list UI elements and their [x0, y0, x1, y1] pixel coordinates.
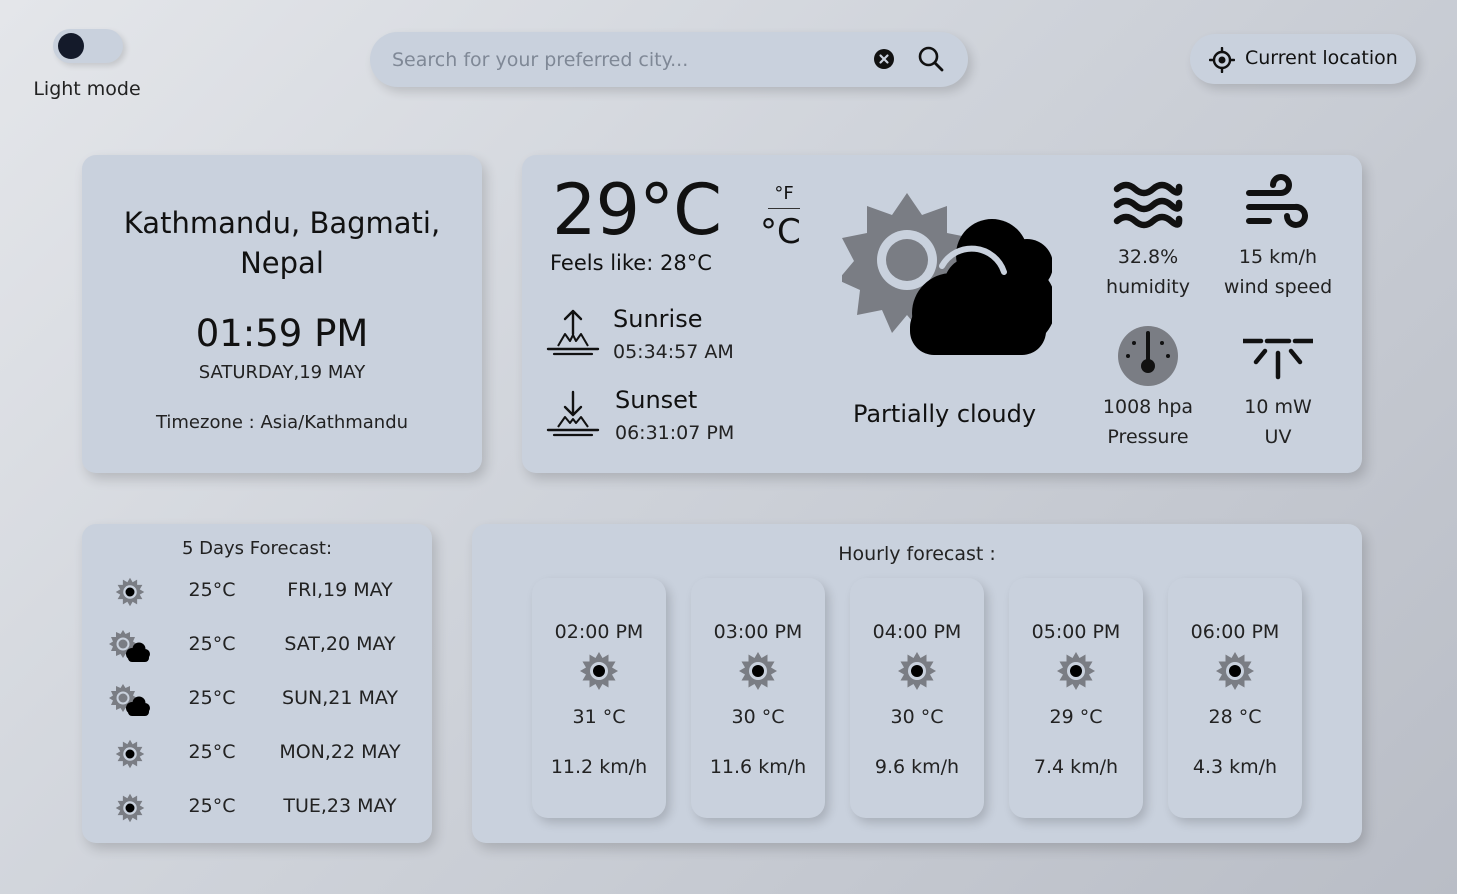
clear-icon[interactable] — [873, 48, 895, 70]
hourly-time: 04:00 PM — [872, 621, 962, 643]
crosshair-icon — [1209, 47, 1235, 73]
unit-celsius-toggle[interactable]: °C — [760, 212, 801, 252]
current-location-button[interactable]: Current location — [1190, 34, 1416, 84]
forecast-day-row: 25°C MON,22 MAY — [82, 733, 432, 773]
forecast-day-row: 25°C SAT,20 MAY — [82, 625, 432, 665]
sun-icon — [115, 739, 145, 769]
sunrise-time: 05:34:57 AM — [613, 341, 734, 363]
search-bar — [370, 32, 968, 87]
forecast-day-temp: 25°C — [188, 795, 236, 817]
city-date: SATURDAY,19 MAY — [198, 362, 366, 383]
toggle-knob — [58, 33, 84, 59]
forecast-day-temp: 25°C — [188, 633, 236, 655]
forecast-day-date: MON,22 MAY — [279, 741, 401, 763]
hourly-forecast-card: Hourly forecast : 02:00 PM 31 °C 11.2 km… — [472, 524, 1362, 843]
forecast-day-date: SAT,20 MAY — [284, 633, 396, 655]
daily-forecast-title: 5 Days Forecast: — [181, 538, 333, 559]
hourly-temp: 30 °C — [890, 706, 944, 728]
forecast-day-row: 25°C TUE,23 MAY — [82, 787, 432, 827]
hourly-time: 05:00 PM — [1031, 621, 1121, 643]
sun-icon — [1057, 652, 1095, 690]
humidity-value: 32.8% — [1117, 246, 1179, 268]
forecast-day-row: 25°C FRI,19 MAY — [82, 571, 432, 611]
hourly-forecast-item: 05:00 PM 29 °C 7.4 km/h — [1009, 578, 1143, 818]
hourly-time: 03:00 PM — [713, 621, 803, 643]
daily-forecast-card: 5 Days Forecast: 25°C FRI,19 MAY 25°C SA… — [82, 524, 432, 843]
hourly-wind: 7.4 km/h — [1033, 756, 1119, 778]
hourly-forecast-item: 02:00 PM 31 °C 11.2 km/h — [532, 578, 666, 818]
sun-icon — [898, 652, 936, 690]
hourly-time: 06:00 PM — [1190, 621, 1280, 643]
humidity-label: humidity — [1106, 276, 1190, 298]
wind-icon — [1246, 174, 1308, 228]
search-input[interactable] — [392, 45, 862, 75]
hourly-wind: 11.6 km/h — [709, 756, 807, 778]
uv-icon — [1243, 338, 1313, 380]
sun-icon — [115, 577, 145, 607]
hourly-time: 02:00 PM — [554, 621, 644, 643]
forecast-day-row: 25°C SUN,21 MAY — [82, 679, 432, 719]
forecast-day-temp: 25°C — [188, 579, 236, 601]
current-temperature: 29°C — [552, 169, 722, 251]
forecast-day-date: SUN,21 MAY — [282, 687, 398, 709]
city-time: 01:59 PM — [195, 312, 369, 355]
sun-icon — [580, 652, 618, 690]
partly-cloudy-icon — [109, 684, 150, 716]
sun-icon — [739, 652, 777, 690]
partly-cloudy-icon — [109, 630, 150, 662]
sunrise-label: Sunrise — [613, 305, 703, 333]
theme-toggle[interactable] — [53, 29, 123, 63]
forecast-day-temp: 25°C — [188, 741, 236, 763]
sunset-icon — [546, 390, 600, 437]
humidity-icon — [1113, 181, 1183, 229]
wind-speed-value: 15 km/h — [1238, 246, 1318, 268]
hourly-wind: 11.2 km/h — [550, 756, 648, 778]
city-card: Kathmandu, Bagmati, Nepal 01:59 PM SATUR… — [82, 155, 482, 473]
uv-value: 10 mW — [1244, 396, 1312, 418]
wind-speed-label: wind speed — [1223, 276, 1333, 298]
hourly-forecast-item: 04:00 PM 30 °C 9.6 km/h — [850, 578, 984, 818]
hourly-temp: 29 °C — [1049, 706, 1103, 728]
sunset-time: 06:31:07 PM — [615, 422, 735, 444]
hourly-forecast-item: 03:00 PM 30 °C 11.6 km/h — [691, 578, 825, 818]
theme-toggle-label: Light mode — [33, 78, 141, 100]
hourly-forecast-title: Hourly forecast : — [838, 543, 996, 565]
sun-icon — [115, 793, 145, 823]
pressure-value: 1008 hpa — [1102, 396, 1194, 418]
city-name: Kathmandu, Bagmati, Nepal — [123, 206, 441, 280]
hourly-wind: 9.6 km/h — [874, 756, 960, 778]
pressure-label: Pressure — [1107, 426, 1189, 448]
unit-fahrenheit-toggle[interactable]: °F — [769, 183, 799, 204]
hourly-temp: 30 °C — [731, 706, 785, 728]
hourly-temp: 28 °C — [1208, 706, 1262, 728]
hourly-forecast-item: 06:00 PM 28 °C 4.3 km/h — [1168, 578, 1302, 818]
forecast-day-date: TUE,23 MAY — [283, 795, 397, 817]
weather-condition: Partially cloudy — [852, 400, 1037, 428]
current-location-label: Current location — [1245, 47, 1398, 69]
sunrise-icon — [546, 309, 600, 356]
unit-divider — [768, 208, 800, 209]
pressure-gauge-icon — [1118, 326, 1178, 386]
feels-like: Feels like: 28°C — [550, 251, 712, 275]
hourly-wind: 4.3 km/h — [1192, 756, 1278, 778]
sun-icon — [1216, 652, 1254, 690]
current-weather-card: 29°C °F °C Feels like: 28°C Sunrise 05:3… — [522, 155, 1362, 473]
partly-cloudy-icon — [842, 193, 1052, 355]
sunset-label: Sunset — [615, 386, 698, 414]
hourly-temp: 31 °C — [572, 706, 626, 728]
city-timezone: Timezone : Asia/Kathmandu — [155, 412, 409, 433]
search-icon[interactable] — [917, 45, 945, 73]
uv-label: UV — [1264, 426, 1292, 448]
forecast-day-temp: 25°C — [188, 687, 236, 709]
forecast-day-date: FRI,19 MAY — [287, 579, 393, 601]
